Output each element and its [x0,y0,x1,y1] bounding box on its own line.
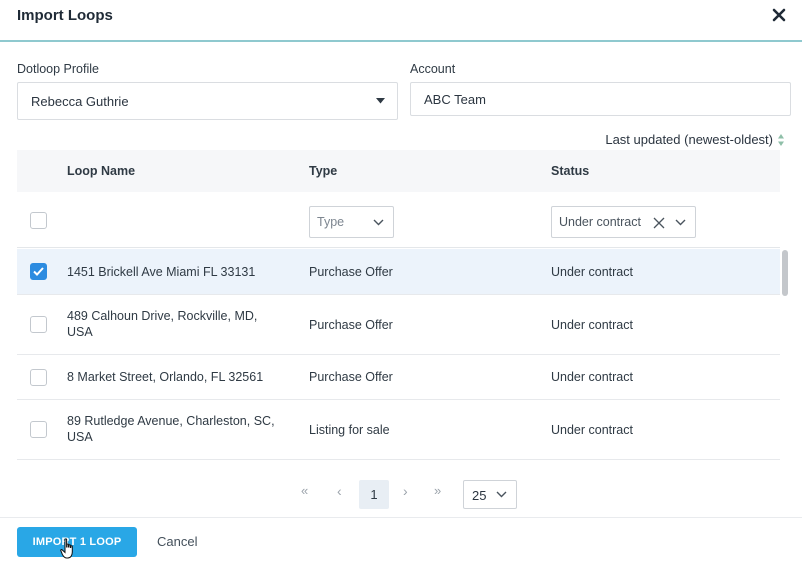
loop-type: Purchase Offer [309,265,393,279]
page-size-select[interactable]: 25 [463,480,517,509]
loop-name-line1: 89 Rutledge Avenue, Charleston, SC, [67,414,275,428]
loop-name: 89 Rutledge Avenue, Charleston, SC, USA [67,413,275,445]
dialog-title: Import Loops [17,7,113,24]
dialog-header: Import Loops [0,0,802,42]
page-size-value: 25 [472,488,487,503]
first-page-button[interactable]: « [301,483,308,498]
prev-page-button[interactable]: ‹ [337,483,342,499]
cancel-button[interactable]: Cancel [157,534,197,549]
loop-type: Listing for sale [309,423,390,437]
page-1-button[interactable]: 1 [359,480,389,509]
loop-name-line1: 489 Calhoun Drive, Rockville, MD, [67,309,258,323]
table-row[interactable]: 89 Rutledge Avenue, Charleston, SC, USA … [17,400,780,460]
column-header-status[interactable]: Status [551,164,589,178]
loop-status: Under contract [551,423,633,437]
type-filter-placeholder: Type [317,215,345,229]
caret-down-icon [376,98,385,104]
loop-type: Purchase Offer [309,318,393,332]
profile-select[interactable]: Rebecca Guthrie [17,82,398,120]
check-icon [33,267,44,276]
clear-icon[interactable] [653,217,665,229]
loop-name-line1: 1451 Brickell Ave Miami FL 33131 [67,265,256,279]
row-checkbox[interactable] [30,316,47,333]
table-header: Loop Name Type Status [17,150,780,192]
loop-status: Under contract [551,318,633,332]
type-filter[interactable]: Type [309,206,394,238]
sort-icon[interactable] [778,134,784,146]
loop-status: Under contract [551,265,633,279]
sort-dropdown[interactable]: Last updated (newest-oldest) [605,132,773,147]
account-field[interactable]: ABC Team [410,82,791,116]
column-header-loop-name[interactable]: Loop Name [67,164,135,178]
last-page-button[interactable]: » [434,483,441,498]
next-page-button[interactable]: › [403,483,408,499]
status-filter[interactable]: Under contract [551,206,696,238]
loop-type: Purchase Offer [309,370,393,384]
loop-name-line1: 8 Market Street, Orlando, FL 32561 [67,370,264,384]
footer-divider [0,517,802,518]
profile-value: Rebecca Guthrie [31,94,129,109]
profile-label: Dotloop Profile [17,62,99,76]
account-label: Account [410,62,456,76]
loop-name: 489 Calhoun Drive, Rockville, MD, USA [67,308,257,340]
row-checkbox[interactable] [30,421,47,438]
chevron-down-icon[interactable] [675,219,686,226]
status-filter-value: Under contract [559,215,641,229]
import-button[interactable]: IMPORT 1 LOOP [17,527,137,557]
row-checkbox[interactable] [30,369,47,386]
loop-status: Under contract [551,370,633,384]
loop-name-line2: USA [67,430,93,444]
table-row[interactable]: 8 Market Street, Orlando, FL 32561 Purch… [17,355,780,400]
select-all-checkbox[interactable] [30,212,47,229]
loop-name: 1451 Brickell Ave Miami FL 33131 [67,264,255,280]
filter-row: Type Under contract [17,192,780,248]
row-checkbox[interactable] [30,263,47,280]
column-header-type[interactable]: Type [309,164,337,178]
loop-name-line2: USA [67,325,93,339]
scrollbar-thumb[interactable] [782,250,788,296]
table-row[interactable]: 1451 Brickell Ave Miami FL 33131 Purchas… [17,249,780,295]
account-value: ABC Team [424,92,486,107]
chevron-down-icon [373,219,384,226]
table-row[interactable]: 489 Calhoun Drive, Rockville, MD, USA Pu… [17,295,780,355]
loop-name: 8 Market Street, Orlando, FL 32561 [67,369,263,385]
close-icon[interactable] [770,6,788,24]
hand-cursor-icon [60,538,73,559]
chevron-down-icon [496,491,507,498]
